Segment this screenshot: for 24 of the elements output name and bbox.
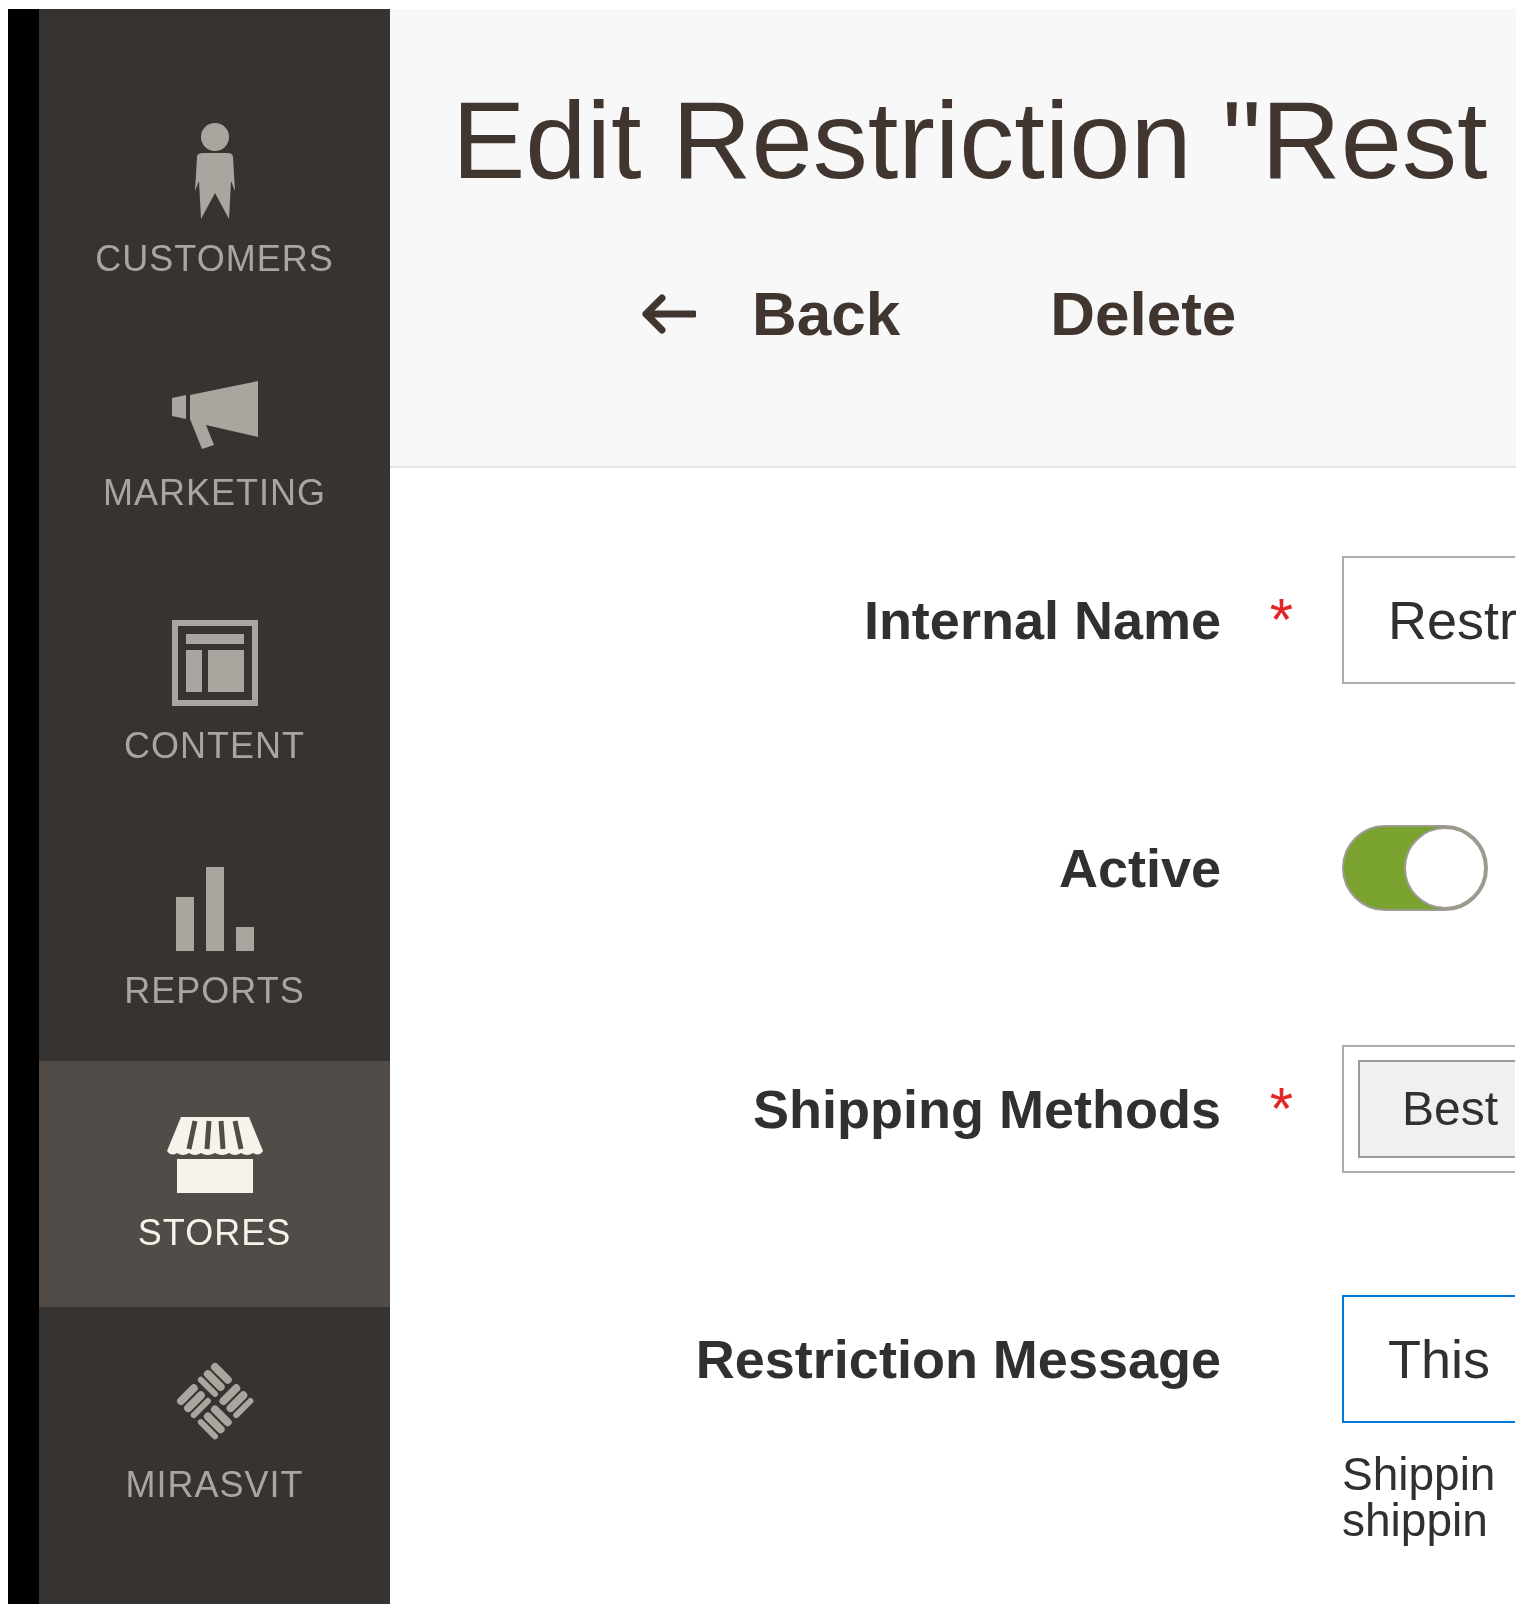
- text-field[interactable]: Restr: [1342, 556, 1515, 684]
- layout-icon: [171, 620, 258, 706]
- sidebar-item[interactable]: MIRASVIT: [39, 1307, 390, 1553]
- sidebar-item[interactable]: CUSTOMERS: [39, 77, 390, 323]
- sidebar-item[interactable]: MARKETING: [39, 323, 390, 569]
- multiselect-field[interactable]: Best: [1342, 1045, 1515, 1173]
- page-title: Edit Restriction "Rest: [451, 77, 1489, 203]
- sidebar-item[interactable]: REPORTS: [39, 815, 390, 1061]
- person-icon: [192, 123, 237, 219]
- back-arrow-icon: [640, 293, 696, 334]
- delete-button[interactable]: Delete: [1050, 267, 1237, 360]
- bar-chart-icon: [175, 867, 254, 951]
- required-asterisk: *: [1269, 1079, 1294, 1139]
- field-label: Restriction Message: [695, 1327, 1221, 1391]
- text-field[interactable]: This: [1342, 1295, 1515, 1423]
- field-label: Active: [1058, 836, 1221, 900]
- field-label: Internal Name: [863, 588, 1221, 652]
- sidebar-item[interactable]: STORES: [39, 1061, 390, 1307]
- field-label: Shipping Methods: [753, 1077, 1221, 1141]
- sidebar-item[interactable]: CONTENT: [39, 569, 390, 815]
- required-asterisk: *: [1269, 590, 1294, 650]
- selected-option-chip[interactable]: Best: [1358, 1060, 1515, 1158]
- store-icon: [166, 1117, 263, 1193]
- back-button[interactable]: Back: [640, 267, 901, 360]
